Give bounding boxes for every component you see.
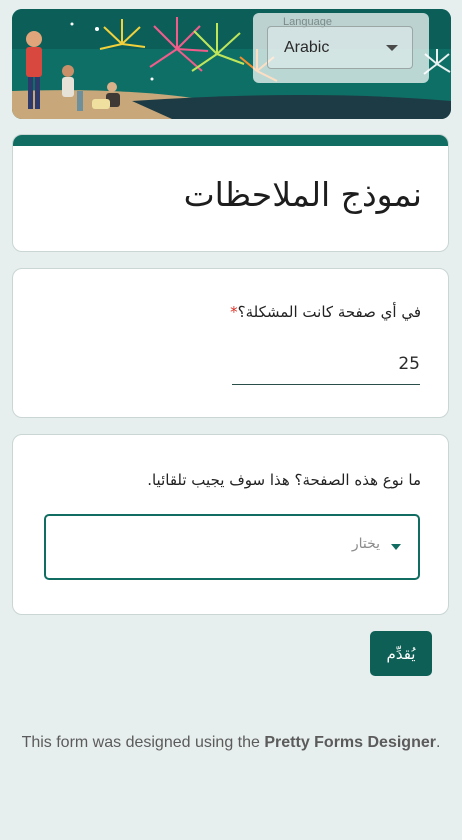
required-asterisk: *	[230, 303, 238, 321]
question-text: ما نوع هذه الصفحة؟ هذا سوف يجيب تلقائيا.	[147, 471, 421, 489]
footer-credit: This form was designed using the Pretty …	[20, 730, 442, 755]
select-placeholder: يختار	[351, 536, 380, 552]
question-card-page-type: ما نوع هذه الصفحة؟ هذا سوف يجيب تلقائيا.…	[12, 434, 449, 615]
page-type-select[interactable]: يختار	[44, 514, 420, 580]
question-text: في أي صفحة كانت المشكلة؟	[237, 303, 421, 321]
footer-suffix: .	[435, 734, 441, 751]
accent-band	[13, 135, 448, 146]
brand-link[interactable]: Pretty Forms Designer	[264, 734, 436, 751]
input-value: 25	[398, 354, 420, 374]
question-label: في أي صفحة كانت المشكلة؟*	[230, 303, 421, 321]
page-number-input[interactable]: 25	[232, 352, 420, 385]
language-select[interactable]: Arabic	[267, 26, 413, 69]
submit-button[interactable]: يُقدِّم	[370, 631, 432, 676]
footer-prefix: This form was designed using the	[21, 734, 265, 751]
caret-down-icon	[386, 45, 398, 51]
caret-down-icon	[391, 544, 401, 550]
title-card: نموذج الملاحظات	[12, 134, 449, 252]
language-selected-value: Arabic	[284, 39, 330, 56]
form-title: نموذج الملاحظات	[183, 175, 422, 214]
question-card-page-number: في أي صفحة كانت المشكلة؟* 25	[12, 268, 449, 418]
